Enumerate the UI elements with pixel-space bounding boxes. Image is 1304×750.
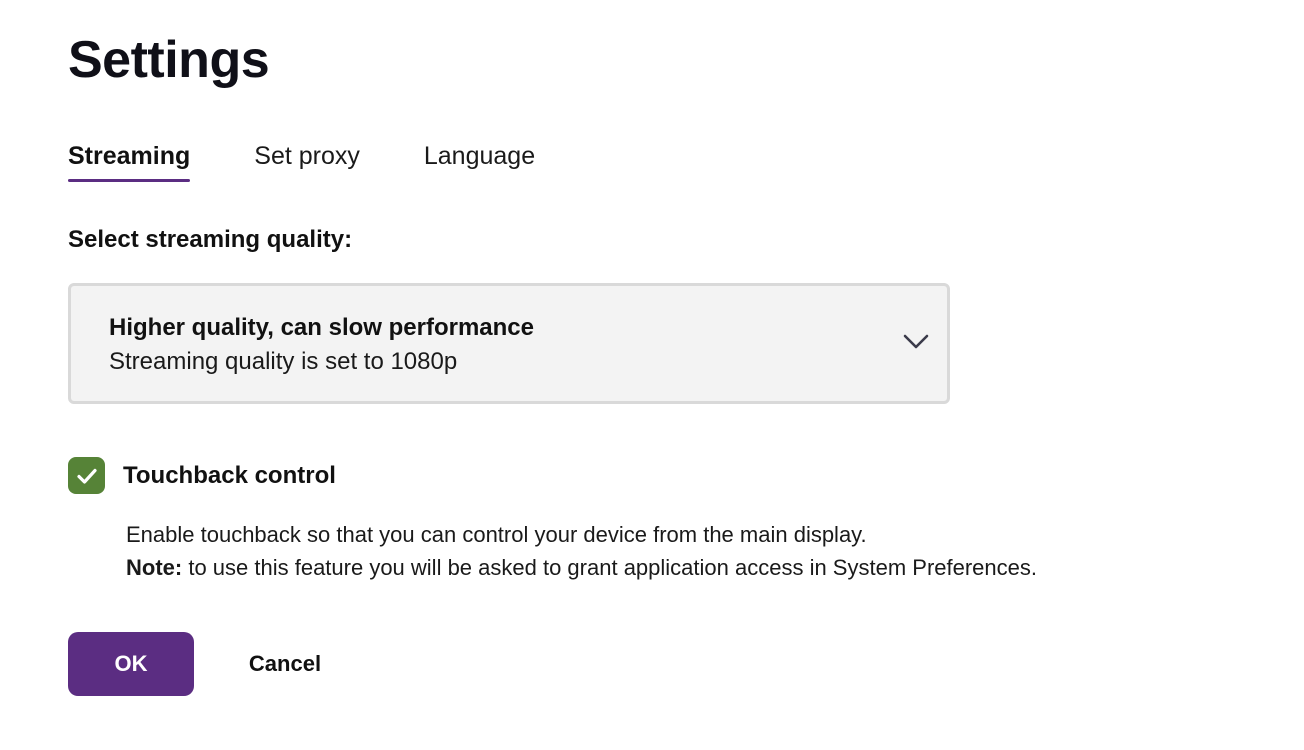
note-label: Note: — [126, 555, 183, 580]
tab-language[interactable]: Language — [424, 140, 535, 182]
page-title: Settings — [68, 31, 270, 89]
note-text: to use this feature you will be asked to… — [182, 555, 1037, 580]
touchback-option: Touchback control — [68, 457, 336, 494]
streaming-quality-dropdown[interactable]: Higher quality, can slow performance Str… — [68, 283, 950, 404]
settings-tabs: Streaming Set proxy Language — [68, 140, 535, 182]
touchback-label: Touchback control — [123, 461, 336, 489]
quality-selected-title: Higher quality, can slow performance — [109, 314, 534, 341]
cancel-button[interactable]: Cancel — [224, 632, 346, 696]
chevron-down-icon — [903, 334, 929, 349]
tab-set-proxy[interactable]: Set proxy — [254, 140, 360, 182]
streaming-quality-label: Select streaming quality: — [68, 226, 353, 253]
ok-button[interactable]: OK — [68, 632, 194, 696]
touchback-description: Enable touchback so that you can control… — [126, 518, 1037, 584]
checkmark-icon — [76, 468, 97, 484]
quality-selected-subtitle: Streaming quality is set to 1080p — [109, 348, 458, 375]
tab-streaming[interactable]: Streaming — [68, 140, 191, 182]
touchback-checkbox[interactable] — [68, 457, 105, 494]
touchback-description-text: Enable touchback so that you can control… — [126, 522, 867, 547]
touchback-note: Note: to use this feature you will be as… — [126, 551, 1037, 584]
